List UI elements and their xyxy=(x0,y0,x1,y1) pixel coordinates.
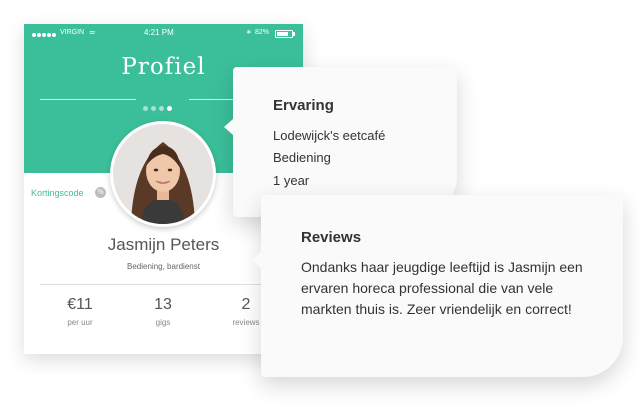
experience-card-pointer xyxy=(224,119,233,135)
stat-rate: €11 per uur xyxy=(50,296,110,327)
percent-icon[interactable]: % xyxy=(95,187,106,198)
experience-duration: 1 year xyxy=(273,173,310,188)
stat-label: per uur xyxy=(67,318,93,327)
page-dot[interactable] xyxy=(159,106,164,111)
carrier-label: VIRGIN xyxy=(60,29,85,36)
avatar xyxy=(110,121,216,227)
battery-icon xyxy=(275,30,295,38)
status-bar: VIRGIN ≈ 4:21 PM ∗ 82% xyxy=(24,24,303,44)
wifi-icon: ≈ xyxy=(89,28,96,37)
stat-gigs: 13 gigs xyxy=(133,296,193,327)
signal-icon xyxy=(32,31,57,39)
review-text: Ondanks haar jeugdige leeftijd is Jasmij… xyxy=(301,259,583,317)
title-divider-left xyxy=(40,99,136,100)
reviews-card: Reviews Ondanks haar jeugdige leeftijd i… xyxy=(252,195,623,377)
experience-place: Lodewijck's eetcafé xyxy=(273,128,386,143)
stat-label: gigs xyxy=(155,318,171,327)
page-indicator[interactable] xyxy=(143,96,175,115)
experience-heading: Ervaring xyxy=(273,97,334,114)
experience-role: Bediening xyxy=(273,150,331,165)
status-time: 4:21 PM xyxy=(144,28,174,37)
bluetooth-icon: ∗ xyxy=(246,28,252,36)
discount-code-label[interactable]: Kortingscode xyxy=(31,188,84,198)
reviews-heading: Reviews xyxy=(301,229,362,246)
page-dot-active[interactable] xyxy=(167,106,172,111)
battery-percent: 82% xyxy=(255,29,270,36)
page-dot[interactable] xyxy=(143,106,148,111)
page-dot[interactable] xyxy=(151,106,156,111)
profile-photo xyxy=(113,124,213,224)
stats-divider xyxy=(40,284,287,285)
stat-value: 13 xyxy=(154,296,172,313)
stat-value: €11 xyxy=(67,296,93,313)
reviews-card-pointer xyxy=(252,252,261,268)
